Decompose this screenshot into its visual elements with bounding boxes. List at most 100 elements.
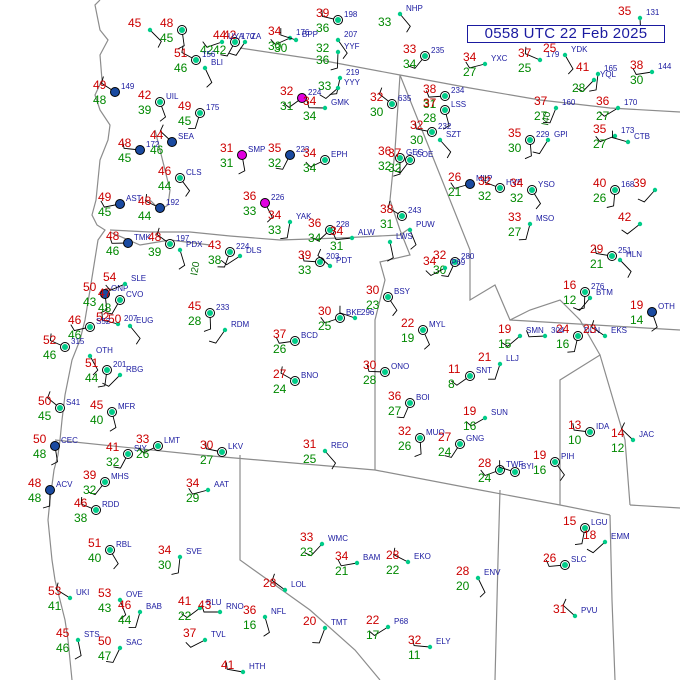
cloud-cover-icon <box>465 179 475 189</box>
station-model: 1310 IDA <box>568 418 610 447</box>
station-model: 4644 CLS <box>158 164 202 197</box>
wind-barb-icon <box>399 13 411 33</box>
temperature-label: 32 <box>370 90 384 104</box>
station-model: 3027 LKV <box>200 438 244 467</box>
station-id-label: SEA <box>178 132 195 141</box>
station-model: 3334 235 <box>403 42 445 71</box>
temperature-label: 33 <box>300 530 314 544</box>
station-marker-icon <box>615 105 621 111</box>
station-marker-icon <box>202 65 208 71</box>
station-marker-icon <box>352 315 358 321</box>
station-id-label: PUW <box>416 220 435 229</box>
temperature-label: 49 <box>93 78 107 92</box>
station-id-label: EMM <box>611 532 630 541</box>
cloud-cover-icon <box>167 137 177 147</box>
station-marker-icon <box>67 595 73 601</box>
station-id-label: SUN <box>491 408 508 417</box>
station-id-label: 304 <box>551 326 565 335</box>
temperature-label: 45 <box>128 16 142 30</box>
station-marker-icon <box>517 333 523 339</box>
temperature-label: 44 <box>150 128 164 142</box>
station-model: 3727 160 <box>534 94 576 124</box>
station-model: 4846TMK <box>106 229 152 258</box>
station-id-label: 233 <box>216 303 230 312</box>
wind-barb-icon <box>171 556 181 575</box>
dewpoint-label: 32 <box>106 455 120 469</box>
station-id-label: RDM <box>231 320 250 329</box>
station-marker-icon <box>349 235 355 241</box>
station-model: 3432 YSO <box>510 176 555 210</box>
temperature-label: 43 <box>208 238 222 252</box>
dewpoint-label: 20 <box>456 579 470 593</box>
station-model: 26 SLC <box>543 551 587 570</box>
station-marker-icon <box>337 315 343 321</box>
dewpoint-label: 28 <box>363 373 377 387</box>
station-marker-icon <box>117 297 123 303</box>
temperature-label: 39 <box>633 176 647 190</box>
station-model: 3627 170 <box>596 94 638 123</box>
temperature-label: 39 <box>83 468 97 482</box>
station-model: 3326 LMT <box>136 432 180 461</box>
station-marker-icon <box>219 449 225 455</box>
dewpoint-label: 32 <box>478 189 492 203</box>
station-id-label: S41 <box>66 398 81 407</box>
station-id-label: CVO <box>126 290 143 299</box>
station-marker-icon <box>322 157 328 163</box>
wind-barb-icon <box>208 329 226 344</box>
station-marker-icon <box>335 49 341 55</box>
dewpoint-label: 30 <box>158 558 172 572</box>
temperature-label: 18 <box>583 528 597 542</box>
station-model: 3530 229 <box>508 126 550 160</box>
station-id-label: 149 <box>121 82 135 91</box>
wind-barb-icon <box>185 639 206 648</box>
station-id-label: NFL <box>271 607 287 616</box>
dewpoint-label: 34 <box>308 231 322 245</box>
dewpoint-label: 44 <box>85 371 99 385</box>
temperature-label: 19 <box>463 404 477 418</box>
temperature-label: 51 <box>88 536 102 550</box>
station-marker-icon <box>407 400 413 406</box>
temperature-label: 32 <box>398 424 412 438</box>
dewpoint-label: 30 <box>508 141 522 155</box>
station-marker-icon <box>322 448 328 454</box>
station-marker-icon <box>62 344 68 350</box>
dewpoint-label: 30 <box>370 105 384 119</box>
station-id-label: ALW <box>358 228 375 237</box>
station-id-label: P69 <box>451 258 466 267</box>
station-marker-icon <box>282 587 288 593</box>
station-marker-icon <box>319 541 325 547</box>
temperature-label: 19 <box>630 298 644 312</box>
temperature-label: 40 <box>593 176 607 190</box>
station-id-label: 207 <box>344 30 358 39</box>
station-marker-icon <box>147 27 153 33</box>
station-marker-icon <box>293 37 299 43</box>
dewpoint-label: 27 <box>508 225 522 239</box>
station-model: 5047 SAC <box>98 634 143 663</box>
station-id-label: 175 <box>206 103 220 112</box>
station-id-label: RDD <box>102 500 120 509</box>
dewpoint-label: 16 <box>556 337 570 351</box>
temperature-label: 39 <box>298 248 312 262</box>
station-marker-icon <box>125 451 131 457</box>
temperature-label: 37 <box>183 626 197 640</box>
temperature-label: 35 <box>508 126 522 140</box>
station-id-label: S52 <box>96 317 111 326</box>
station-model: SZT <box>437 130 461 159</box>
temperature-label: 46 <box>118 598 132 612</box>
temperature-label: 37 <box>534 94 548 108</box>
station-id-label: 198 <box>344 10 358 19</box>
dewpoint-label: 23 <box>366 298 380 312</box>
station-id-label: BLI <box>211 58 223 67</box>
station-id-label: ELY <box>436 637 451 646</box>
temperature-label: 41 <box>178 594 192 608</box>
station-model: 3427 YXC <box>463 50 508 79</box>
dewpoint-label: 46 <box>174 61 188 75</box>
station-id-label: BCD <box>301 331 318 340</box>
station-marker-icon <box>397 11 403 17</box>
dewpoint-label: 48 <box>28 491 42 505</box>
temperature-label: 42 <box>618 210 632 224</box>
station-id-label: SMP <box>248 145 265 154</box>
station-id-label: OTH <box>658 302 675 311</box>
station-id-label: AAT <box>214 480 229 489</box>
temperature-label: 33 <box>508 210 522 224</box>
